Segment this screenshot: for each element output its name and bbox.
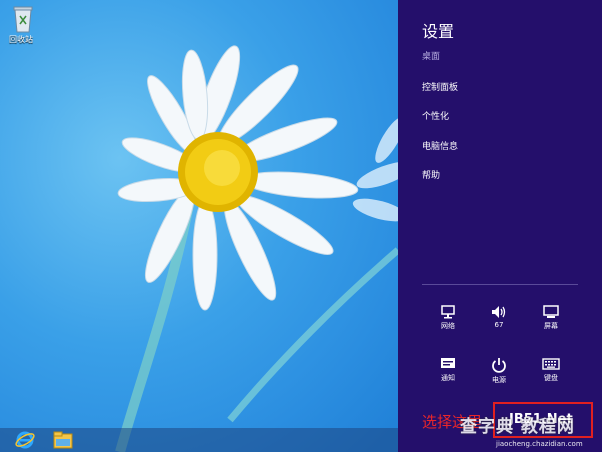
keyboard-button[interactable]: 键盘 bbox=[531, 357, 571, 383]
watermark-text: 查字典 教程网 bbox=[460, 417, 575, 437]
internet-explorer-icon bbox=[15, 431, 35, 449]
desktop-wallpaper: 回收站 bbox=[0, 0, 398, 452]
volume-label: 67 bbox=[494, 321, 504, 329]
file-explorer-button[interactable] bbox=[50, 430, 76, 450]
volume-button[interactable]: 67 bbox=[479, 305, 519, 329]
settings-divider bbox=[422, 284, 578, 285]
notifications-icon bbox=[441, 358, 455, 368]
notifications-button[interactable]: 通知 bbox=[428, 357, 468, 383]
recycle-bin-label: 回收站 bbox=[9, 35, 33, 44]
keyboard-icon bbox=[542, 358, 560, 370]
network-button[interactable]: 网络 bbox=[428, 305, 468, 331]
file-explorer-icon bbox=[53, 431, 73, 449]
watermark-url: jiaocheng.chazidian.com bbox=[496, 440, 583, 448]
settings-charm-panel: 设置 桌面 控制面板 个性化 电脑信息 帮助 网络 67 屏幕 通知 电源 键盘… bbox=[398, 0, 602, 452]
menu-personalization[interactable]: 个性化 bbox=[422, 109, 449, 122]
power-label: 电源 bbox=[492, 376, 506, 384]
menu-pc-info[interactable]: 电脑信息 bbox=[422, 139, 458, 152]
volume-icon bbox=[492, 306, 506, 318]
keyboard-label: 键盘 bbox=[544, 374, 558, 382]
taskbar bbox=[0, 428, 398, 452]
screen-icon bbox=[543, 305, 559, 318]
screen-button[interactable]: 屏幕 bbox=[531, 305, 571, 331]
recycle-bin-shortcut[interactable] bbox=[8, 4, 38, 38]
power-button[interactable]: 电源 bbox=[479, 357, 519, 385]
screen-label: 屏幕 bbox=[544, 322, 558, 330]
network-label: 网络 bbox=[441, 322, 455, 330]
settings-title: 设置 bbox=[422, 22, 455, 41]
daisy-wallpaper-image bbox=[115, 45, 398, 452]
menu-help[interactable]: 帮助 bbox=[422, 168, 440, 181]
network-icon bbox=[441, 305, 455, 319]
internet-explorer-button[interactable] bbox=[12, 430, 38, 450]
power-icon bbox=[492, 358, 506, 373]
settings-context-label: 桌面 bbox=[422, 52, 441, 62]
notifications-label: 通知 bbox=[441, 374, 455, 382]
recycle-bin-icon bbox=[13, 6, 33, 33]
menu-control-panel[interactable]: 控制面板 bbox=[422, 80, 458, 93]
